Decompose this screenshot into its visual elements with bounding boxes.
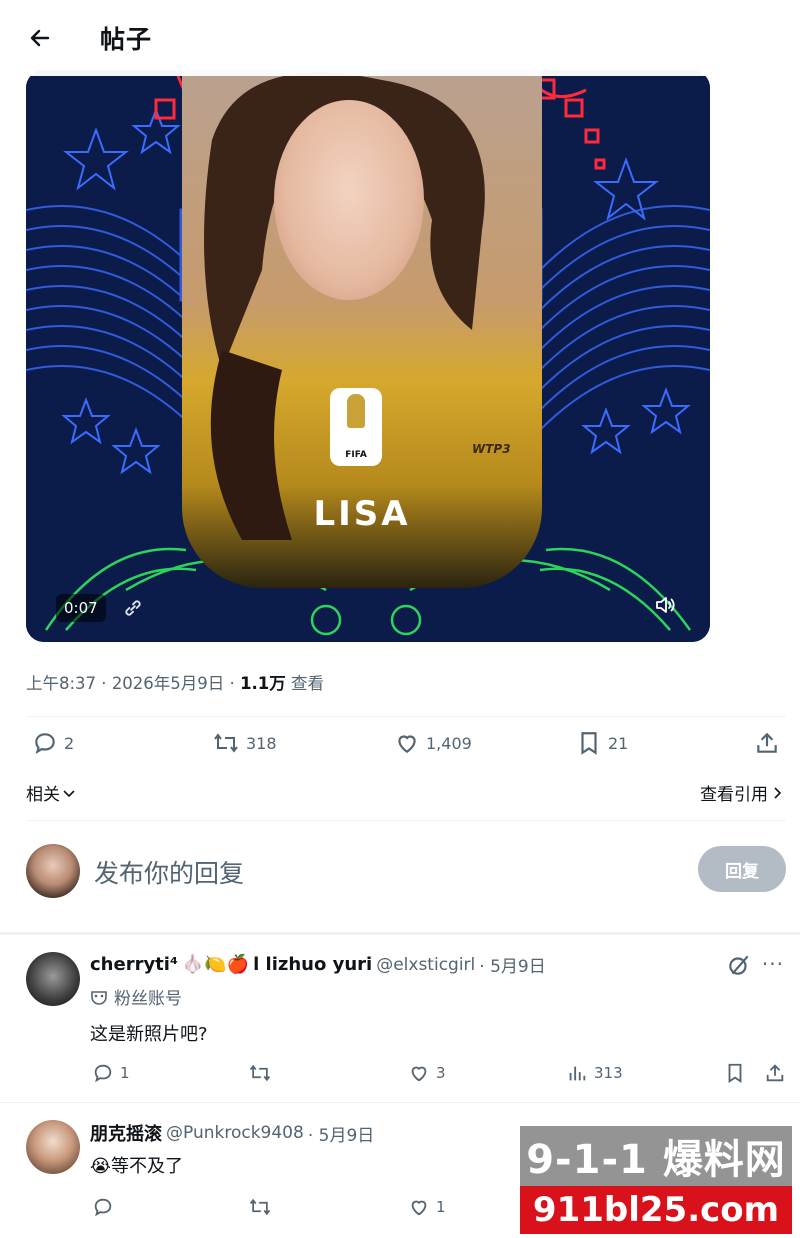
crying-emoji: 😭 [90,1156,112,1177]
video-player[interactable]: FIFA WTP3 LISA 0:07 [26,70,710,642]
post-actions: 2 318 1,409 21 [0,730,800,770]
link-icon[interactable] [118,594,148,622]
video-duration: 0:07 [56,594,106,622]
divider [0,932,800,935]
comment-icon [94,1064,112,1083]
artist-name-overlay: LISA [313,494,411,534]
like-button[interactable]: 1 [408,1196,446,1218]
site-watermark: 9-1-1 爆料网 911bl25.com [520,1126,792,1234]
face [274,100,424,300]
share-button[interactable] [754,730,780,756]
like-button[interactable]: 1,409 [394,730,472,756]
heart-icon [411,1066,427,1082]
reply-text: 这是新照片吧? [90,1024,208,1045]
repost-button[interactable] [248,1062,272,1084]
post-date: · 5月9日 [307,1125,375,1146]
analytics-icon [569,1066,586,1081]
wtp-tag: WTP3 [472,442,511,456]
like-button[interactable]: 3 [408,1062,446,1084]
reply-button[interactable]: 2 [32,730,74,756]
divider [0,1102,800,1103]
repost-icon [214,733,238,753]
reply-button[interactable]: 1 [92,1062,130,1084]
comment-icon [94,1198,112,1217]
author-line: cherryti⁴ 🧄🍋🍎 l lizhuo yuri @elxsticgirl… [90,952,546,977]
divider [26,820,786,821]
chevron-right-icon [774,786,782,799]
bookmark-icon [728,1063,742,1083]
author-name[interactable]: 朋克摇滚 [90,1120,162,1146]
volume-icon[interactable] [648,588,682,622]
fan-account-badge: 粉丝账号 [90,984,182,1009]
page-title: 帖子 [100,25,153,54]
share-icon [757,732,777,753]
reply-input[interactable]: 发布你的回复 [94,854,244,890]
mask-icon [91,990,107,1005]
avatar [26,844,80,898]
author-handle[interactable]: @Punkrock9408 [166,1123,304,1143]
chevron-down-icon [63,789,75,797]
reply-actions: 1 3 313 [0,1062,800,1092]
author-handle[interactable]: @elxsticgirl [376,955,475,975]
post-date: · 5月9日 [479,957,546,977]
grok-icon[interactable] [726,952,752,978]
fifa-logo: FIFA [330,388,382,466]
view-quotes-link[interactable]: 查看引用 [700,780,784,805]
reply-button[interactable] [92,1196,114,1218]
reply-submit-button[interactable]: 回复 [698,846,786,892]
repost-icon [249,1064,271,1082]
artist-portrait: FIFA WTP3 LISA [182,70,542,588]
author-name[interactable]: cherryti⁴ [90,954,178,975]
bookmark-button[interactable]: 21 [576,730,628,756]
divider [26,716,786,717]
comment-icon [35,733,55,754]
name-emojis: 🧄🍋🍎 [181,954,250,975]
repost-button[interactable]: 318 [212,730,277,756]
view-count: 1.1万 [240,674,286,693]
repost-icon [249,1198,271,1216]
repost-button[interactable] [248,1196,272,1218]
post-timestamp: 上午8:37 · 2026年5月9日 · 1.1万 查看 [26,674,325,693]
author-name-suffix: l lizhuo yuri [253,954,373,975]
back-button[interactable] [20,18,60,58]
related-dropdown[interactable]: 相关 [26,780,76,805]
heart-icon [398,735,416,753]
share-icon [766,1064,784,1082]
top-bar: 帖子 [0,0,800,76]
bookmark-icon [581,732,597,755]
views-button[interactable]: 313 [566,1062,623,1084]
watermark-top: 9-1-1 爆料网 [520,1126,792,1186]
avatar[interactable] [26,952,80,1006]
watermark-url: 911bl25.com [520,1186,792,1234]
arrow-left-icon [30,29,50,47]
bookmark-button[interactable] [724,1062,746,1084]
author-line: 朋克摇滚 @Punkrock9408 · 5月9日 [90,1120,374,1146]
reply-tweet[interactable]: cherryti⁴ 🧄🍋🍎 l lizhuo yuri @elxsticgirl… [0,952,800,1102]
share-button[interactable] [764,1062,786,1084]
heart-icon [411,1200,427,1216]
avatar[interactable] [26,1120,80,1174]
reply-composer: 发布你的回复 回复 [26,844,786,900]
more-options-icon[interactable]: ··· [762,952,784,976]
reply-text: 😭等不及了 [90,1156,184,1177]
